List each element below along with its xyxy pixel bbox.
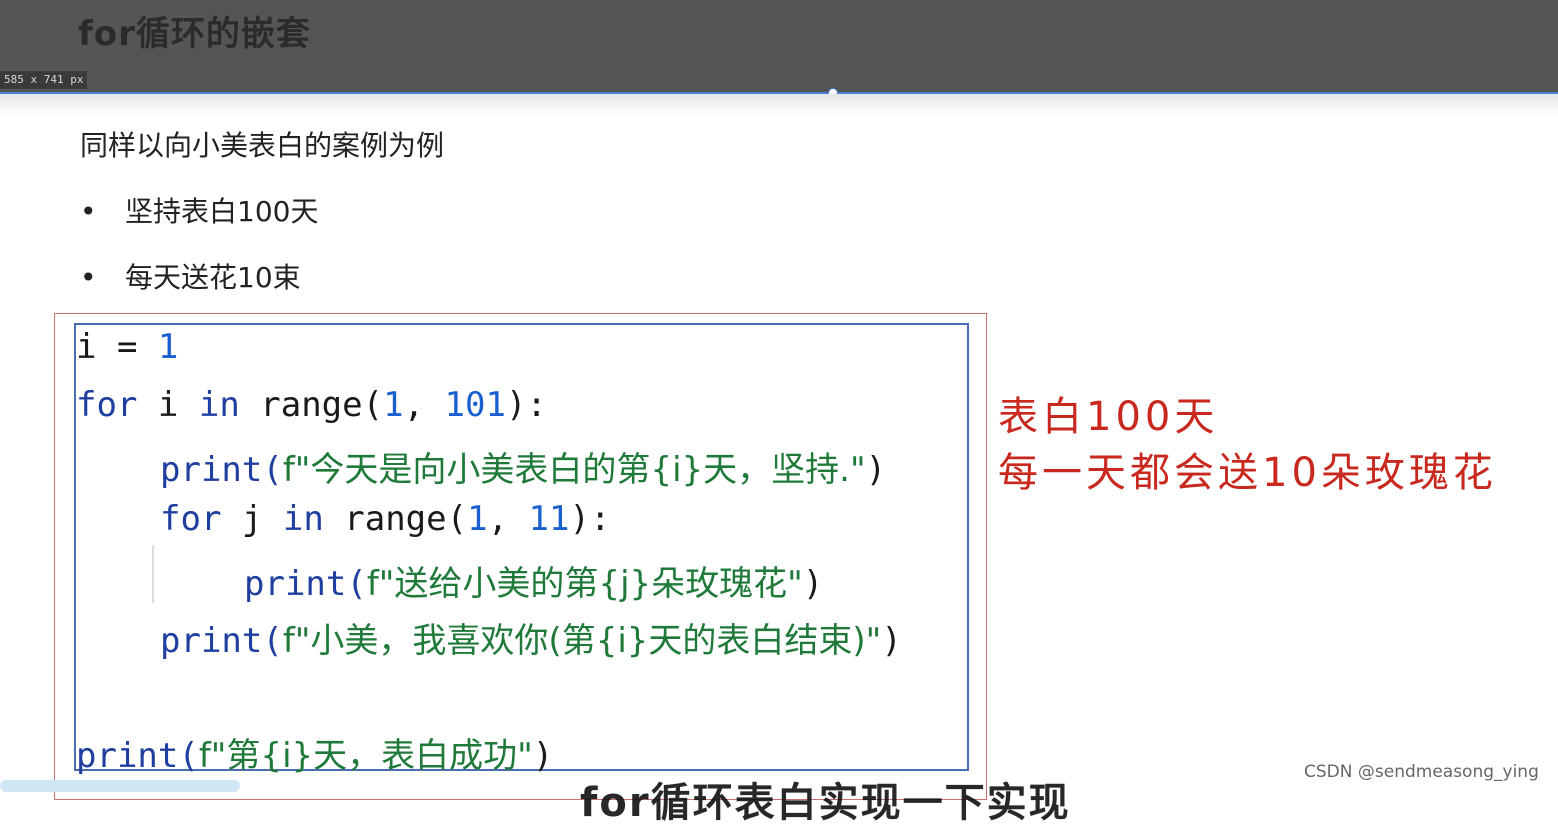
annotation-days: 表白100天 xyxy=(998,394,1219,440)
csdn-watermark: CSDN @sendmeasong_ying xyxy=(1304,762,1539,782)
bullet-label: 每天送花10束 xyxy=(125,261,301,294)
code-line-8: print(f"第{i}天，表白成功") xyxy=(76,736,554,776)
bullet-label: 坚持表白100天 xyxy=(125,195,319,228)
slide-header-bar: for循环的嵌套 585 x 741 px xyxy=(0,0,1558,92)
bullet-item-1: • 坚持表白100天 xyxy=(80,190,318,230)
code-block: i = 1 for i in range(1, 101): print(f"今天… xyxy=(74,323,969,776)
code-line-5: print(f"送给小美的第{j}朵玫瑰花") xyxy=(244,564,824,604)
header-shadow xyxy=(0,94,1558,116)
code-line-3: print(f"今天是向小美表白的第{i}天，坚持.") xyxy=(160,450,887,490)
code-line-1: i = 1 xyxy=(76,327,179,367)
code-line-4: for j in range(1, 11): xyxy=(160,499,611,539)
bullet-dot-icon: • xyxy=(80,261,97,294)
video-subtitle: for循环表白实现一下实现 xyxy=(580,780,1071,826)
annotation-roses: 每一天都会送10朵玫瑰花 xyxy=(998,450,1497,496)
code-line-6: print(f"小美，我喜欢你(第{i}天的表白结束)") xyxy=(160,621,902,661)
bullet-dot-icon: • xyxy=(80,195,97,228)
indent-guide xyxy=(152,545,154,603)
bullet-item-2: • 每天送花10束 xyxy=(80,256,301,296)
intro-text: 同样以向小美表白的案例为例 xyxy=(80,129,445,162)
decorative-blob xyxy=(0,780,240,792)
slide-title: for循环的嵌套 xyxy=(78,14,311,54)
code-line-2: for i in range(1, 101): xyxy=(76,385,547,425)
dimension-badge: 585 x 741 px xyxy=(0,71,88,89)
